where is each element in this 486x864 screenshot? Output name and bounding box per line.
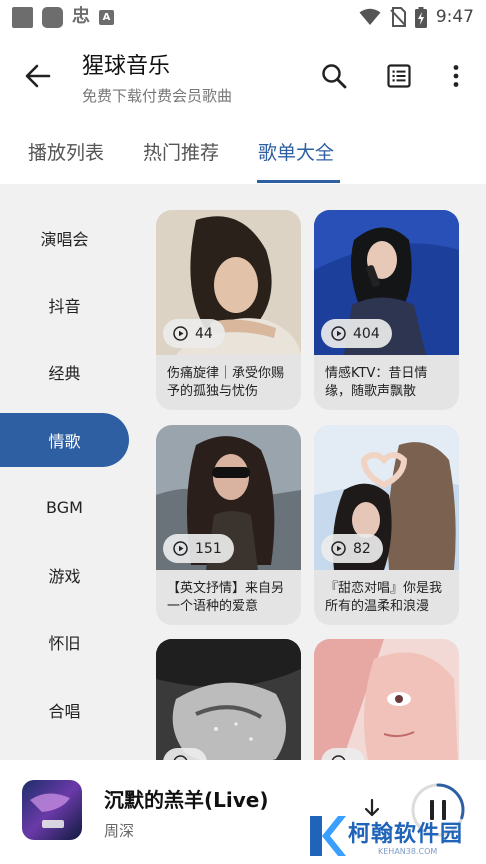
more-button[interactable] [438, 58, 474, 94]
status-right: 9:47 [359, 6, 474, 28]
category-classic[interactable]: 经典 [0, 345, 129, 399]
play-circle-icon [173, 326, 188, 341]
tab-bar: 播放列表 热门推荐 歌单大全 [0, 126, 486, 184]
playlist-cover [314, 639, 459, 760]
mini-player[interactable]: 沉默的羔羊(Live) 周深 柯翰软件园 KEHAN38.COM [0, 760, 486, 864]
play-count: 404 [353, 325, 380, 342]
play-count-badge: 44 [163, 319, 225, 348]
play-count-badge [321, 748, 365, 760]
category-douyin[interactable]: 抖音 [0, 278, 129, 332]
search-button[interactable] [316, 58, 352, 94]
category-nostalgia[interactable]: 怀旧 [0, 615, 129, 669]
play-count-badge: 82 [321, 534, 383, 563]
more-vert-icon [453, 65, 459, 87]
album-art-image [22, 780, 82, 840]
clock: 9:47 [435, 7, 474, 27]
tab-hot[interactable]: 热门推荐 [143, 138, 219, 165]
category-duet[interactable]: 合唱 [0, 683, 129, 737]
playlist-cover [156, 639, 301, 760]
content-area: 演唱会 抖音 经典 情歌 BGM 游戏 怀旧 合唱 44 伤痛旋律｜承受你赐予的… [0, 184, 486, 760]
app-bar: 猩球音乐 免费下载付费会员歌曲 [0, 34, 486, 120]
playlist-card[interactable]: 82 『甜恋对唱』你是我所有的温柔和浪漫 [314, 425, 459, 625]
playlist-title: 【英文抒情】来自另一个语种的爱意 [167, 581, 285, 614]
artist-name: 周深 [104, 822, 135, 840]
a-badge-icon: A [99, 9, 114, 25]
play-count-badge [163, 748, 207, 760]
watermark-logo-icon [310, 816, 346, 856]
playlist-card[interactable]: 151 【英文抒情】来自另一个语种的爱意 [156, 425, 301, 625]
category-bgm[interactable]: BGM [0, 480, 129, 534]
list-icon [387, 64, 411, 88]
status-left: 忠 A [12, 6, 114, 28]
playlist-card[interactable] [156, 639, 301, 760]
playlist-card[interactable] [314, 639, 459, 760]
play-count: 151 [195, 540, 222, 557]
watermark: 柯翰软件园 KEHAN38.COM [306, 810, 482, 862]
notification-rounded-icon [42, 6, 63, 28]
play-circle-icon [331, 326, 346, 341]
no-sim-icon [390, 7, 406, 27]
category-game[interactable]: 游戏 [0, 548, 129, 602]
watermark-sub: KEHAN38.COM [378, 847, 438, 856]
playlist-card[interactable]: 404 情感KTV：昔日情缘，随歌声飘散 [314, 210, 459, 410]
playlist-title: 『甜恋对唱』你是我所有的温柔和浪漫 [325, 581, 443, 614]
back-button[interactable] [20, 58, 56, 94]
wifi-icon [359, 8, 381, 25]
song-title: 沉默的羔羊(Live) [104, 788, 269, 812]
page-title: 猩球音乐 [82, 54, 171, 79]
status-bar: 忠 A 9:47 [0, 0, 486, 34]
play-count-badge: 151 [163, 534, 234, 563]
play-count-badge: 404 [321, 319, 392, 348]
playlist-card[interactable]: 44 伤痛旋律｜承受你赐予的孤独与忧伤 [156, 210, 301, 410]
play-count: 44 [195, 325, 213, 342]
category-concert[interactable]: 演唱会 [0, 211, 129, 265]
watermark-text: 柯翰软件园 [348, 822, 464, 847]
play-count: 82 [353, 540, 371, 557]
tab-playlist[interactable]: 播放列表 [28, 138, 104, 165]
play-circle-icon [331, 541, 346, 556]
search-icon [322, 64, 347, 89]
battery-charging-icon [414, 6, 427, 28]
tab-playlist-collection[interactable]: 歌单大全 [258, 138, 334, 165]
playlist-title: 伤痛旋律｜承受你赐予的孤独与忧伤 [167, 366, 285, 399]
album-art[interactable] [22, 780, 82, 840]
arrow-back-icon [25, 64, 51, 88]
play-circle-icon [173, 541, 188, 556]
tab-indicator [257, 180, 340, 183]
list-button[interactable] [381, 58, 417, 94]
page-subtitle: 免费下载付费会员歌曲 [82, 87, 233, 105]
notification-square-icon [12, 6, 33, 28]
playlist-title: 情感KTV：昔日情缘，随歌声飘散 [325, 366, 428, 399]
category-love-songs[interactable]: 情歌 [0, 413, 129, 467]
app-logo-icon: 忠 [72, 6, 90, 27]
